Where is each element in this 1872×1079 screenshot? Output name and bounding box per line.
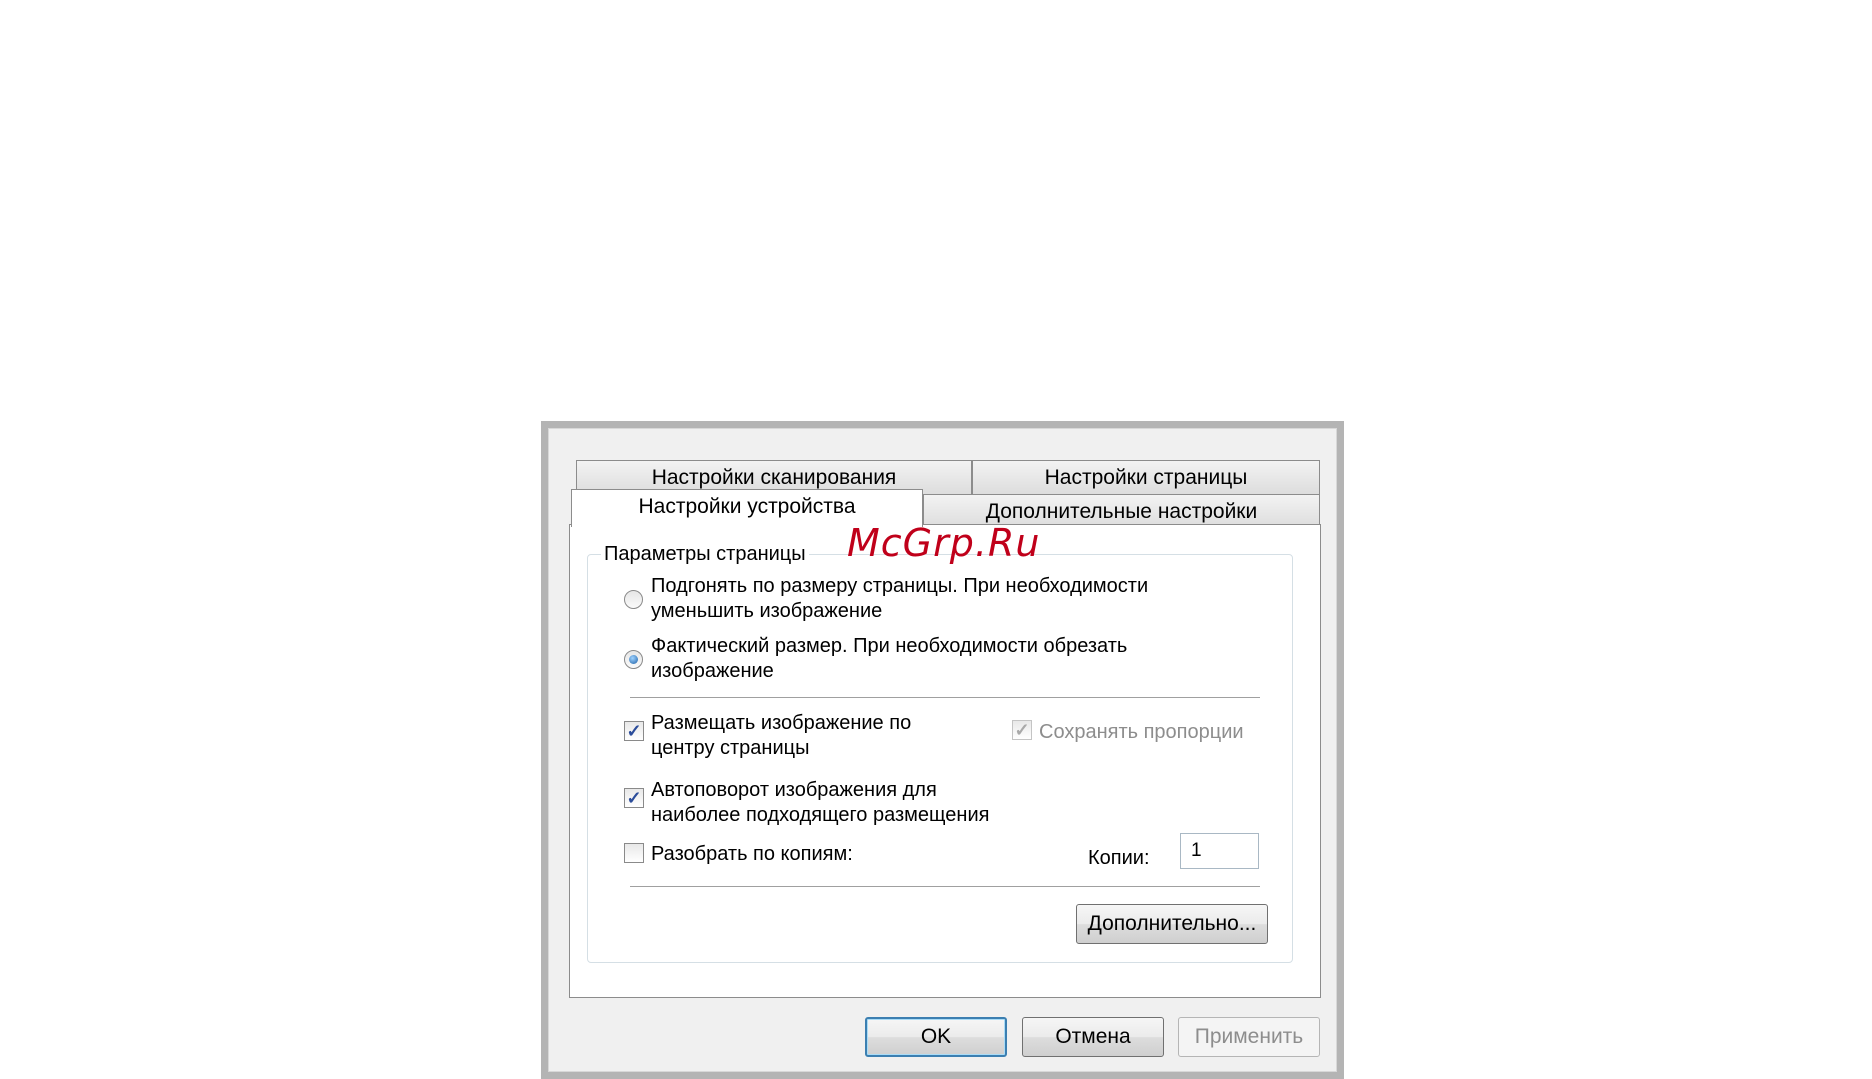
fit-to-page-label-line2: уменьшить изображение (651, 600, 883, 622)
fit-to-page-radio[interactable] (624, 590, 643, 609)
autorotate-label-line2: наиболее подходящего размещения (651, 804, 990, 826)
cancel-button[interactable]: Отмена (1022, 1017, 1164, 1057)
ok-button[interactable]: OK (865, 1017, 1007, 1057)
autorotate-label[interactable]: Автоповорот изображения для наиболее под… (651, 778, 989, 828)
print-settings-dialog: Настройки сканирования Настройки страниц… (541, 421, 1344, 1079)
actual-size-label-line1: Фактический размер. При необходимости об… (651, 635, 1128, 657)
page-params-title: Параметры страницы (601, 541, 809, 567)
center-image-label[interactable]: Размещать изображение по центру страницы (651, 711, 911, 761)
fit-to-page-label-line1: Подгонять по размеру страницы. При необх… (651, 575, 1149, 597)
autorotate-label-line1: Автоповорот изображения для (651, 779, 937, 801)
actual-size-radio[interactable] (624, 650, 643, 669)
center-image-checkbox[interactable]: ✓ (624, 721, 644, 741)
copies-input[interactable]: 1 (1180, 833, 1259, 869)
apply-button[interactable]: Применить (1178, 1017, 1320, 1057)
actual-size-label[interactable]: Фактический размер. При необходимости об… (651, 634, 1127, 684)
advanced-button[interactable]: Дополнительно... (1076, 904, 1268, 944)
separator-bottom (630, 886, 1260, 888)
separator-top (630, 697, 1260, 699)
page-params-group: Параметры страницы Подгонять по размеру … (587, 541, 1293, 963)
actual-size-label-line2: изображение (651, 660, 774, 682)
collate-checkbox[interactable] (624, 843, 644, 863)
autorotate-checkbox[interactable]: ✓ (624, 788, 644, 808)
center-image-label-line1: Размещать изображение по (651, 712, 912, 734)
copies-label: Копии: (1088, 847, 1150, 869)
keep-proportions-checkbox[interactable]: ✓ (1012, 720, 1032, 740)
collate-label[interactable]: Разобрать по копиям: (651, 842, 853, 867)
keep-proportions-label: Сохранять пропорции (1039, 721, 1244, 743)
center-image-label-line2: центру страницы (651, 737, 810, 759)
tab-panel-device-settings: Параметры страницы Подгонять по размеру … (569, 524, 1321, 998)
watermark-text: McGrp.Ru (847, 521, 1041, 565)
tab-page-settings[interactable]: Настройки страницы (972, 460, 1320, 495)
fit-to-page-label[interactable]: Подгонять по размеру страницы. При необх… (651, 574, 1148, 624)
